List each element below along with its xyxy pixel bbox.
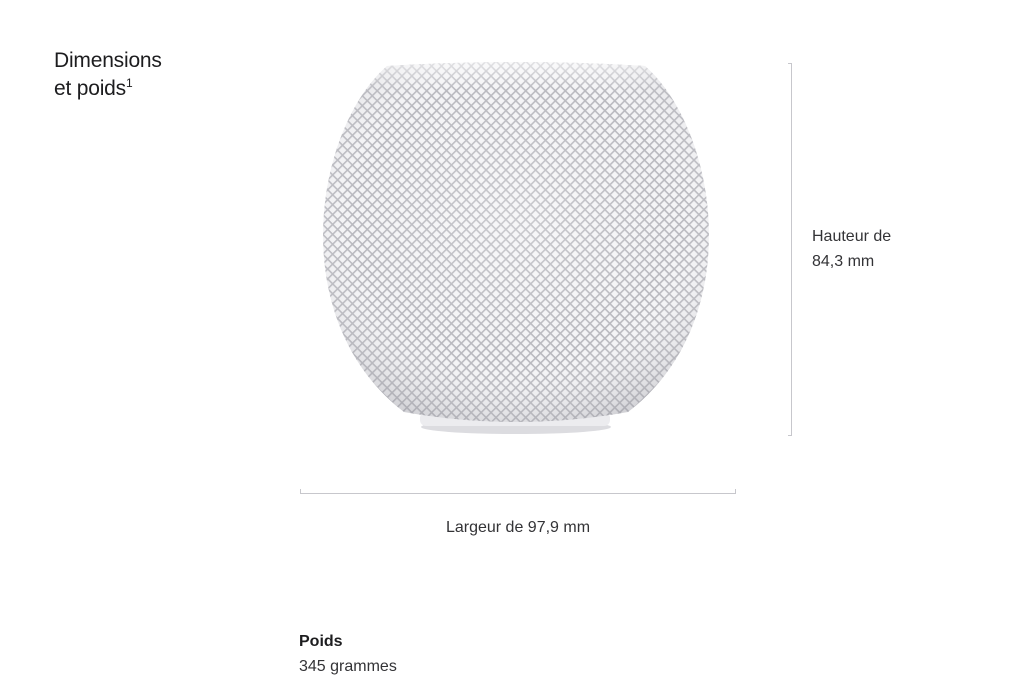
width-ruler bbox=[300, 488, 736, 494]
width-label: Largeur de 97,9 mm bbox=[445, 519, 591, 536]
height-label-line2: 84,3 mm bbox=[812, 253, 875, 270]
height-label-line1: Hauteur de bbox=[812, 228, 892, 245]
footnote-link[interactable]: 1 bbox=[126, 76, 133, 90]
weight-value: 345 grammes bbox=[299, 658, 397, 675]
section-title-line2: et poids1 bbox=[54, 75, 254, 105]
height-label: Hauteur de 84,3 mm bbox=[812, 224, 972, 274]
homepod-mini-image bbox=[298, 60, 734, 440]
weight-heading: Poids bbox=[299, 633, 343, 650]
section-title-text: et poids bbox=[54, 77, 126, 101]
section-title-line1: Dimensions bbox=[54, 49, 162, 73]
weight-block: Poids 345 grammes bbox=[299, 630, 599, 680]
speaker-icon bbox=[323, 62, 709, 434]
height-ruler bbox=[788, 63, 792, 436]
section-title: Dimensions et poids1 bbox=[54, 47, 254, 105]
